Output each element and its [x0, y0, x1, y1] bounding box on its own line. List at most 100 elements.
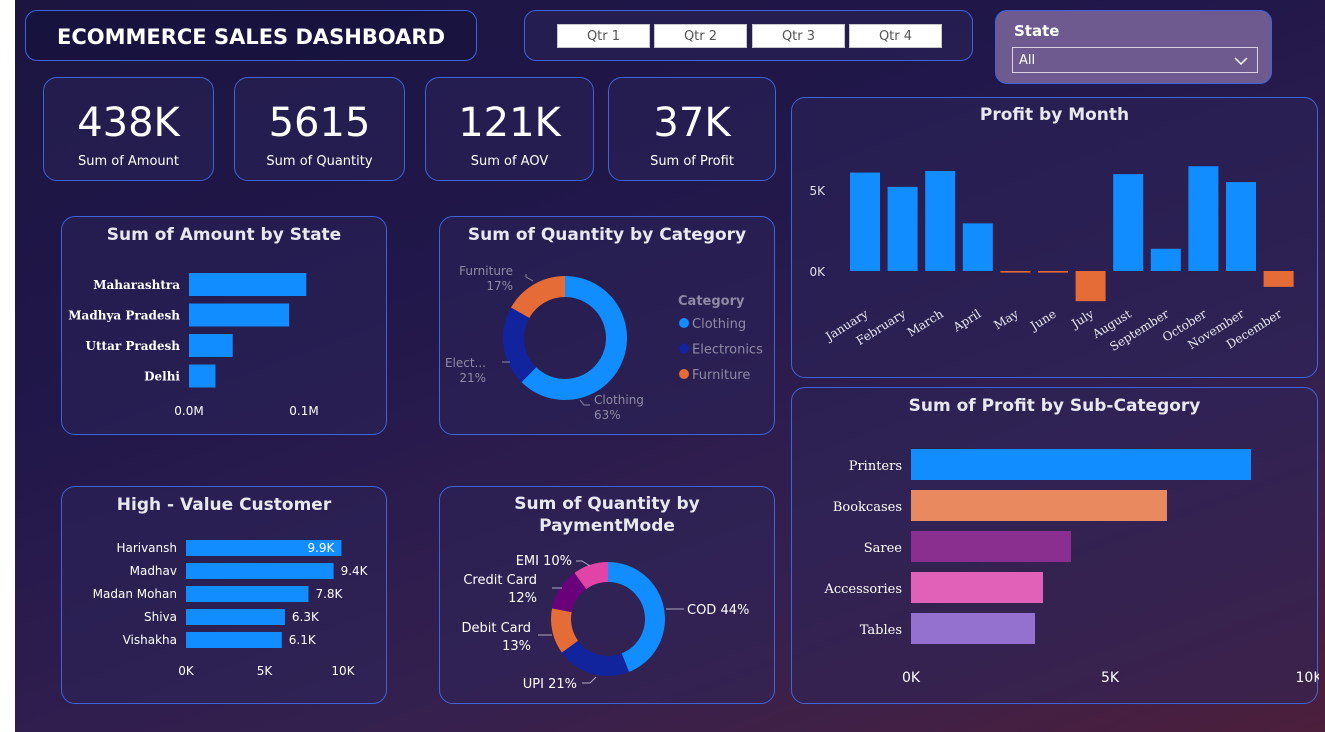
bar: [911, 531, 1071, 562]
quarter-slicer: Qtr 1 Qtr 2 Qtr 3 Qtr 4: [524, 10, 973, 61]
legend-label: Electronics: [692, 343, 763, 358]
x-tick-label: 0K: [178, 664, 195, 678]
kpi-card-quantity: 5615 Sum of Quantity: [234, 77, 405, 181]
slice-percent: 21%: [459, 371, 486, 385]
x-tick-label: 10K: [1296, 670, 1320, 686]
leader-line: [579, 399, 590, 406]
bar: [186, 586, 309, 602]
y-tick-label: Bookcases: [833, 500, 902, 515]
quarter-button-1[interactable]: Qtr 1: [557, 24, 650, 48]
y-tick-label: Madhav: [130, 564, 177, 578]
y-tick-label: Delhi: [144, 370, 180, 384]
quarter-button-3[interactable]: Qtr 3: [752, 24, 845, 48]
slice-percent: 13%: [502, 639, 531, 654]
bar: [186, 609, 285, 625]
bar-september: [1150, 248, 1181, 271]
state-dropdown[interactable]: All: [1012, 47, 1258, 73]
bar: [189, 364, 216, 388]
y-tick-label: Tables: [860, 623, 902, 638]
quarter-button-2[interactable]: Qtr 2: [654, 24, 747, 48]
y-tick-label: Shiva: [144, 610, 177, 624]
kpi-value: 37K: [653, 100, 731, 146]
slice-label: Debit Card: [461, 621, 531, 636]
kpi-label: Sum of Profit: [650, 154, 734, 169]
x-tick-label: June: [1026, 307, 1058, 334]
bar-august: [1113, 174, 1144, 271]
page-title: ECOMMERCE SALES DASHBOARD: [56, 25, 446, 49]
x-tick-label: May: [991, 307, 1021, 333]
data-label: 7.8K: [315, 587, 343, 601]
x-tick-label: 0.0M: [174, 404, 203, 418]
amount-by-state-panel: Sum of Amount by State Maharashtra Madhya…: [61, 216, 387, 435]
x-tick-label: 0K: [902, 670, 921, 686]
bar: [189, 303, 290, 327]
x-tick-label: 5K: [1101, 670, 1120, 686]
kpi-value: 5615: [268, 100, 371, 146]
bar: [911, 613, 1035, 644]
bar: [911, 490, 1167, 521]
bar: [911, 449, 1251, 480]
x-tick-label: April: [950, 307, 984, 335]
profit-by-month-chart: 5K0KJanuaryFebruaryMarch April May June July…: [809, 166, 1294, 354]
dashboard-canvas: ECOMMERCE SALES DASHBOARD Qtr 1 Qtr 2 Qt…: [15, 0, 1325, 732]
kpi-value: 438K: [77, 100, 180, 146]
legend-label: Furniture: [692, 368, 750, 383]
bar-march: [925, 171, 956, 271]
data-label: 9.4K: [341, 564, 369, 578]
kpi-label: Sum of Amount: [77, 154, 180, 169]
y-tick-label: Uttar Pradesh: [86, 339, 181, 353]
kpi-value: 121K: [458, 100, 561, 146]
y-tick-label: Vishakha: [123, 633, 177, 647]
quantity-by-paymentmode-panel: Sum of Quantity by PaymentMode COD 44% UP…: [439, 486, 775, 704]
legend-marker: [679, 318, 689, 328]
slice-label: Clothing: [594, 393, 644, 407]
high-value-customer-chart: Harivansh 9.9K Madhav 9.4K Madan Mohan 7.8K Sh…: [93, 540, 369, 678]
state-filter-label: State: [1014, 22, 1060, 40]
quarter-button-4[interactable]: Qtr 4: [849, 24, 942, 48]
slice-label: Furniture: [459, 264, 513, 278]
y-tick-label: Harivansh: [116, 541, 177, 555]
x-tick-label: 10K: [331, 664, 355, 678]
slice-upi: [561, 640, 629, 676]
x-tick-label: March: [905, 307, 946, 340]
amount-by-state-chart: Maharashtra Madhya Pradesh Uttar Pradesh De…: [68, 273, 319, 418]
kpi-card-profit: 37K Sum of Profit: [608, 77, 776, 181]
slice-label: UPI 21%: [523, 677, 577, 692]
profit-by-month-panel: Profit by Month 5K 0K January February March…: [791, 97, 1318, 378]
quantity-by-category-panel: Sum of Quantity by Category Furniture 17%…: [439, 216, 775, 435]
legend-marker: [679, 369, 689, 379]
quantity-by-paymentmode-chart: COD 44% UPI 21% Debit Card 13% Credit Card 12…: [461, 554, 749, 692]
bar-october: [1188, 166, 1219, 271]
y-tick-label: Saree: [864, 541, 903, 556]
bar-april: [962, 223, 993, 271]
legend-title: Category: [678, 294, 745, 309]
leader-line: [576, 560, 591, 567]
y-tick-label: 5K: [809, 184, 826, 198]
bar-november: [1226, 182, 1256, 271]
leader-line: [582, 676, 597, 684]
slice-furniture: [510, 276, 565, 318]
slice-label: Credit Card: [463, 573, 537, 588]
x-tick-label: 0.1M: [289, 404, 318, 418]
bar-february: [887, 186, 918, 271]
bar: [186, 632, 282, 648]
bar: [189, 273, 307, 296]
bar: [189, 334, 233, 357]
profit-by-subcategory-chart: Printers Bookcases Saree Accessories Tables 0…: [823, 449, 1320, 686]
bar-january: [850, 172, 880, 271]
x-tick-label: 5K: [257, 664, 274, 678]
y-tick-label: Maharashtra: [93, 278, 180, 292]
title-panel: ECOMMERCE SALES DASHBOARD: [25, 10, 477, 61]
y-tick-label: Accessories: [823, 582, 902, 597]
leader-line: [525, 274, 534, 282]
kpi-card-amount: 438K Sum of Amount: [43, 77, 214, 181]
slice-percent: 12%: [508, 591, 537, 606]
bar-july: [1075, 271, 1106, 302]
bar: [186, 563, 334, 579]
legend-marker: [679, 343, 689, 354]
y-tick-label: Madhya Pradesh: [68, 309, 180, 323]
slice-label: Elect...: [445, 356, 486, 370]
state-dropdown-value: All: [1019, 53, 1036, 68]
bar-december: [1263, 271, 1294, 287]
bar-may: [1000, 271, 1031, 273]
